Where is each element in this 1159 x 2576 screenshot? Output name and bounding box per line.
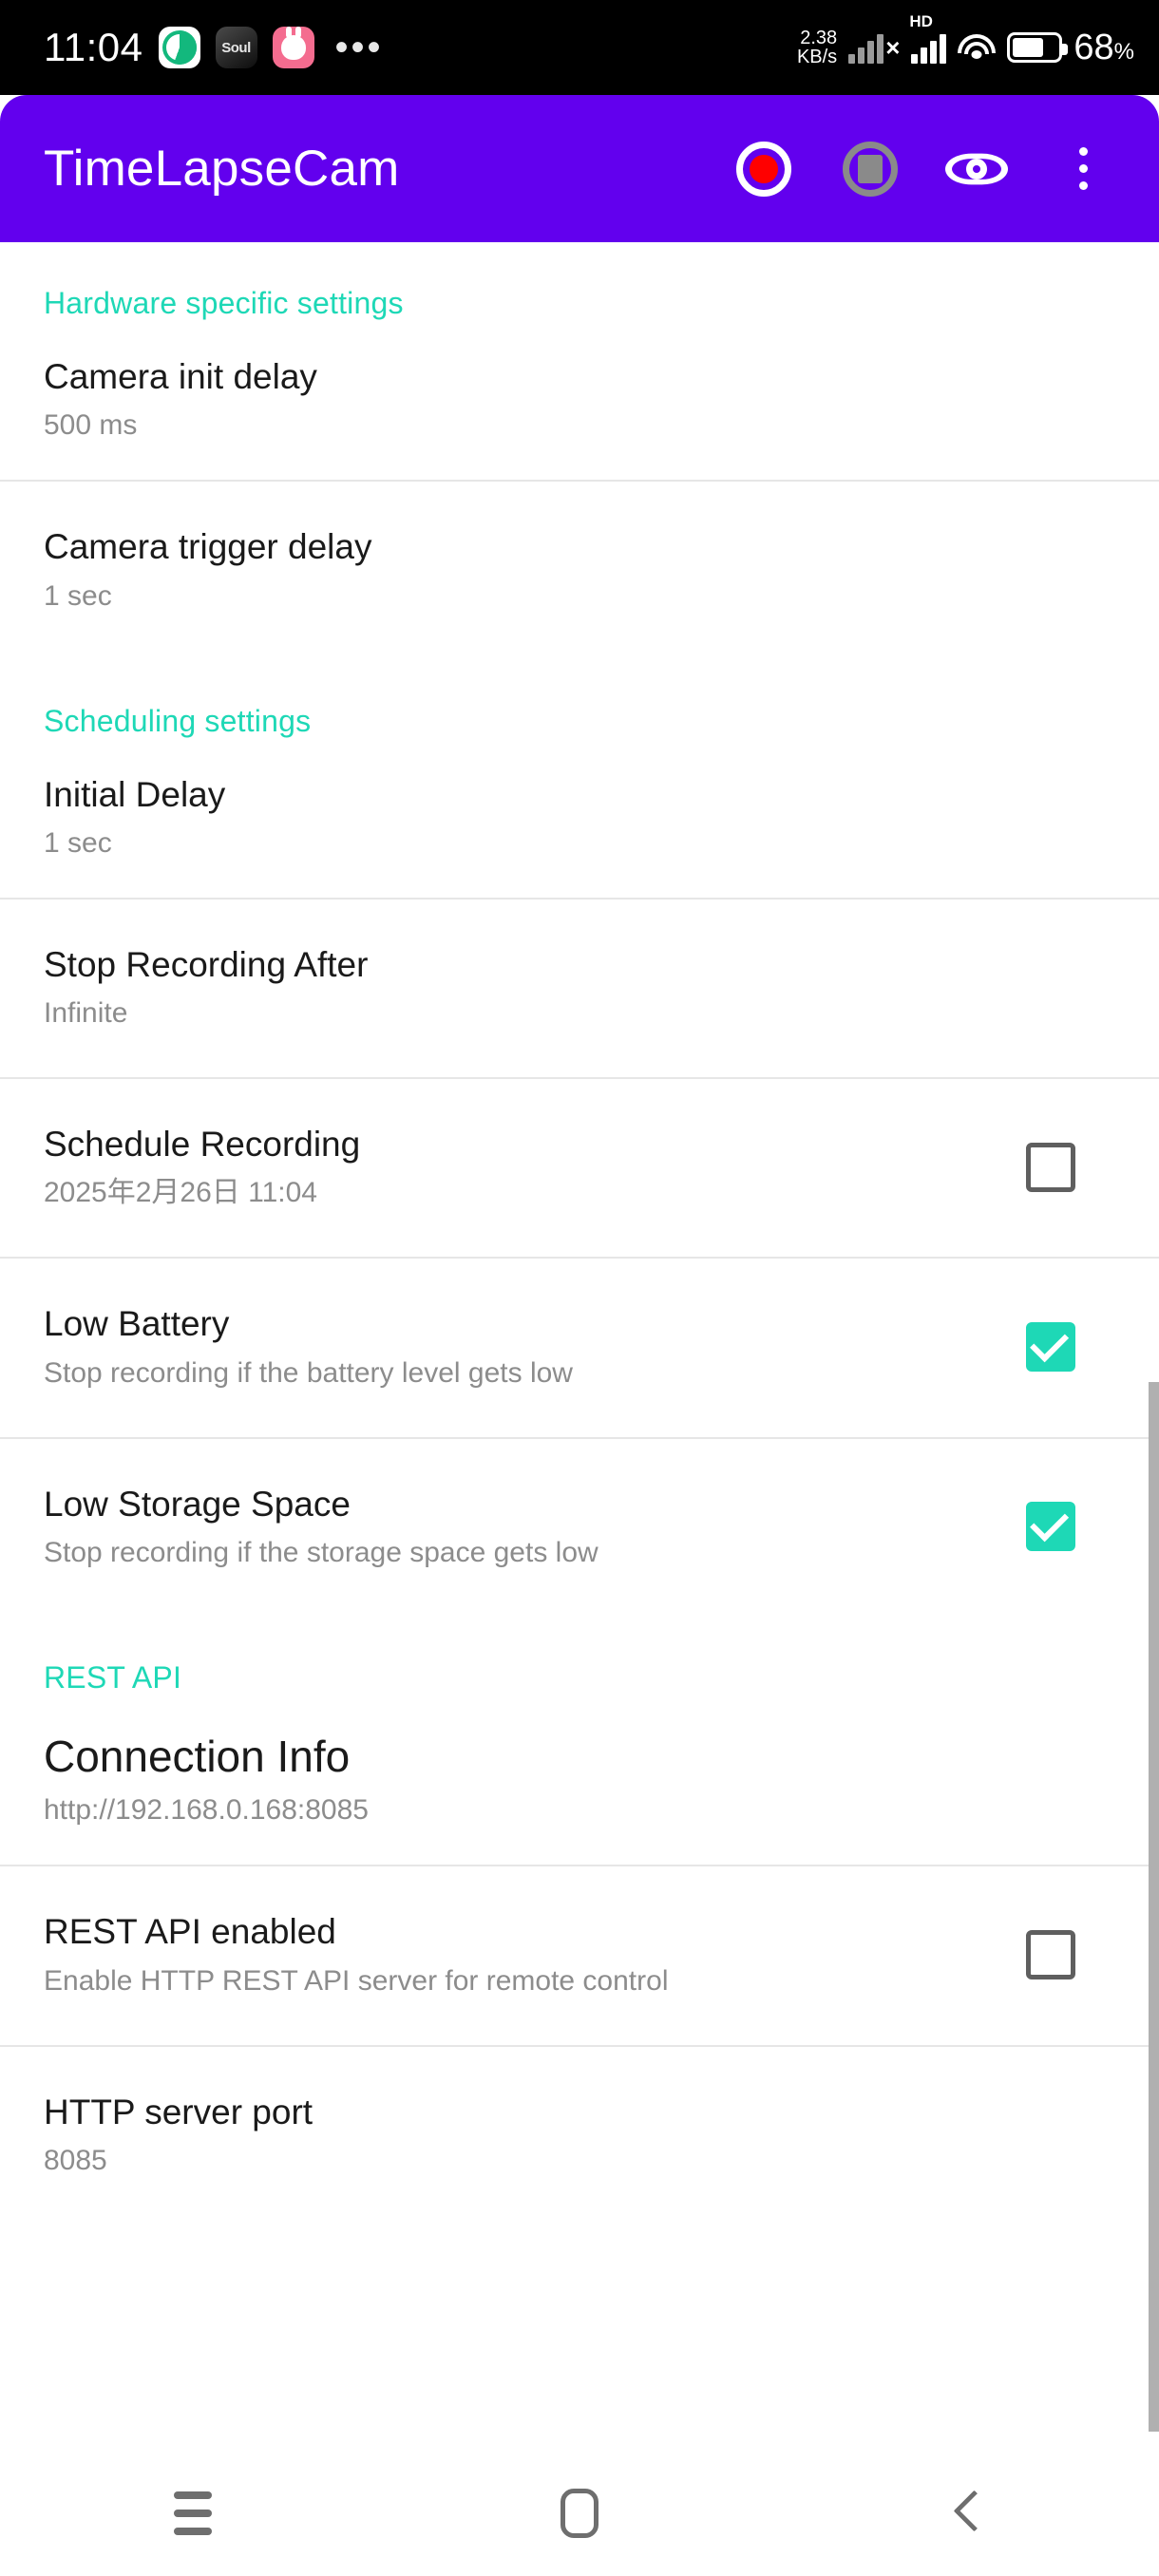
row-title: Camera trigger delay xyxy=(44,527,372,567)
setting-row-camera-init-delay[interactable]: Camera init delay 500 ms xyxy=(0,321,1159,480)
battery-percent-value: 68 xyxy=(1074,27,1114,67)
row-text: REST API enabled Enable HTTP REST API se… xyxy=(44,1910,1026,1998)
phone-screen: 11:04 Soul ••• 2.38 KB/s × HD 68% TimeLa… xyxy=(0,0,1159,2576)
recents-icon xyxy=(174,2491,213,2535)
back-chevron-icon xyxy=(954,2491,978,2536)
row-title: Schedule Recording xyxy=(44,1125,361,1164)
stop-icon xyxy=(843,141,898,197)
section-header-hardware: Hardware specific settings xyxy=(44,286,404,320)
checkbox-schedule-recording[interactable] xyxy=(1026,1142,1075,1192)
checkbox-rest-api-enabled[interactable] xyxy=(1026,1929,1075,1979)
row-subtitle: Stop recording if the storage space gets… xyxy=(44,1536,598,1568)
hd-label-icon: HD xyxy=(909,12,933,30)
status-clock: 11:04 xyxy=(44,25,143,69)
row-text: Low Storage Space Stop recording if the … xyxy=(44,1483,1026,1571)
home-button[interactable] xyxy=(508,2451,651,2576)
row-text: Schedule Recording 2025年2月26日 11:04 xyxy=(44,1123,1026,1211)
row-title: REST API enabled xyxy=(44,1912,336,1952)
pink-bunny-app-icon xyxy=(272,27,314,68)
network-speed-value: 2.38 xyxy=(800,27,838,48)
settings-list[interactable]: Hardware specific settings Camera init d… xyxy=(0,242,1159,2451)
row-text: Camera init delay 500 ms xyxy=(44,355,1115,444)
kebab-menu-icon xyxy=(1078,147,1088,190)
row-subtitle: 8085 xyxy=(44,2144,107,2176)
network-speed-indicator: 2.38 KB/s xyxy=(796,27,838,67)
row-subtitle: 2025年2月26日 11:04 xyxy=(44,1177,317,1209)
row-subtitle: 500 ms xyxy=(44,409,138,442)
setting-row-rest-api-enabled[interactable]: REST API enabled Enable HTTP REST API se… xyxy=(0,1866,1159,2044)
row-subtitle: Enable HTTP REST API server for remote c… xyxy=(44,1964,669,1997)
notification-overflow-icon: ••• xyxy=(334,27,384,68)
row-subtitle: 1 sec xyxy=(44,826,112,859)
battery-percent-symbol: % xyxy=(1113,38,1134,65)
status-bar-left: 11:04 Soul ••• xyxy=(44,25,384,70)
setting-row-low-storage-space[interactable]: Low Storage Space Stop recording if the … xyxy=(0,1439,1159,1617)
green-swirl-app-icon xyxy=(158,27,200,68)
status-bar-right: 2.38 KB/s × HD 68% xyxy=(796,12,1134,68)
setting-row-low-battery[interactable]: Low Battery Stop recording if the batter… xyxy=(0,1259,1159,1436)
recents-button[interactable] xyxy=(122,2451,264,2576)
network-speed-unit: KB/s xyxy=(796,47,838,67)
checkbox-low-storage-space[interactable] xyxy=(1026,1502,1075,1552)
checkbox-low-battery[interactable] xyxy=(1026,1321,1075,1372)
row-subtitle: Stop recording if the battery level gets… xyxy=(44,1356,573,1389)
row-text: Connection Info http://192.168.0.168:808… xyxy=(44,1730,1115,1829)
overflow-menu-button[interactable] xyxy=(1049,135,1117,203)
eye-icon xyxy=(945,149,1008,189)
battery-percent-label: 68% xyxy=(1074,28,1134,68)
battery-icon xyxy=(1007,32,1069,63)
no-sim-icon: × xyxy=(885,32,901,62)
home-icon xyxy=(560,2489,598,2538)
setting-row-initial-delay[interactable]: Initial Delay 1 sec xyxy=(0,739,1159,898)
setting-row-schedule-recording[interactable]: Schedule Recording 2025年2月26日 11:04 xyxy=(0,1079,1159,1257)
setting-row-camera-trigger-delay[interactable]: Camera trigger delay 1 sec xyxy=(0,482,1159,659)
row-text: Stop Recording After Infinite xyxy=(44,943,1115,1032)
row-title: Camera init delay xyxy=(44,357,317,396)
row-text: Camera trigger delay 1 sec xyxy=(44,525,1115,614)
record-button[interactable] xyxy=(730,135,798,203)
row-subtitle: 1 sec xyxy=(44,579,112,612)
preview-button[interactable] xyxy=(942,135,1011,203)
vertical-scrollbar[interactable] xyxy=(1149,1382,1159,2432)
row-title: Initial Delay xyxy=(44,774,226,814)
row-title: Low Battery xyxy=(44,1304,230,1344)
row-title: Stop Recording After xyxy=(44,944,369,984)
setting-row-stop-recording-after[interactable]: Stop Recording After Infinite xyxy=(0,900,1159,1077)
sim1-signal-icon xyxy=(848,31,884,64)
row-text: Initial Delay 1 sec xyxy=(44,773,1115,862)
row-title: Connection Info xyxy=(44,1731,351,1781)
section-header-scheduling: Scheduling settings xyxy=(44,703,312,738)
soul-app-icon: Soul xyxy=(215,27,257,68)
row-title: HTTP server port xyxy=(44,2092,314,2131)
setting-row-http-server-port[interactable]: HTTP server port 8085 xyxy=(0,2047,1159,2225)
app-title: TimeLapseCam xyxy=(44,141,400,197)
status-bar: 11:04 Soul ••• 2.38 KB/s × HD 68% xyxy=(0,0,1159,95)
stop-button[interactable] xyxy=(836,135,904,203)
section-header-rest-api: REST API xyxy=(44,1659,182,1695)
back-button[interactable] xyxy=(895,2451,1037,2576)
setting-row-connection-info[interactable]: Connection Info http://192.168.0.168:808… xyxy=(0,1695,1159,1866)
record-icon xyxy=(736,141,791,197)
row-text: Low Battery Stop recording if the batter… xyxy=(44,1302,1026,1391)
app-bar: TimeLapseCam xyxy=(0,95,1159,242)
row-subtitle: Infinite xyxy=(44,997,128,1029)
system-navigation-bar xyxy=(0,2451,1159,2576)
row-text: HTTP server port 8085 xyxy=(44,2091,1115,2179)
app-bar-actions xyxy=(730,135,1130,203)
wifi-icon xyxy=(958,32,997,63)
row-title: Low Storage Space xyxy=(44,1484,351,1524)
row-subtitle: http://192.168.0.168:8085 xyxy=(44,1794,369,1827)
sim2-signal-icon: HD xyxy=(909,12,947,64)
